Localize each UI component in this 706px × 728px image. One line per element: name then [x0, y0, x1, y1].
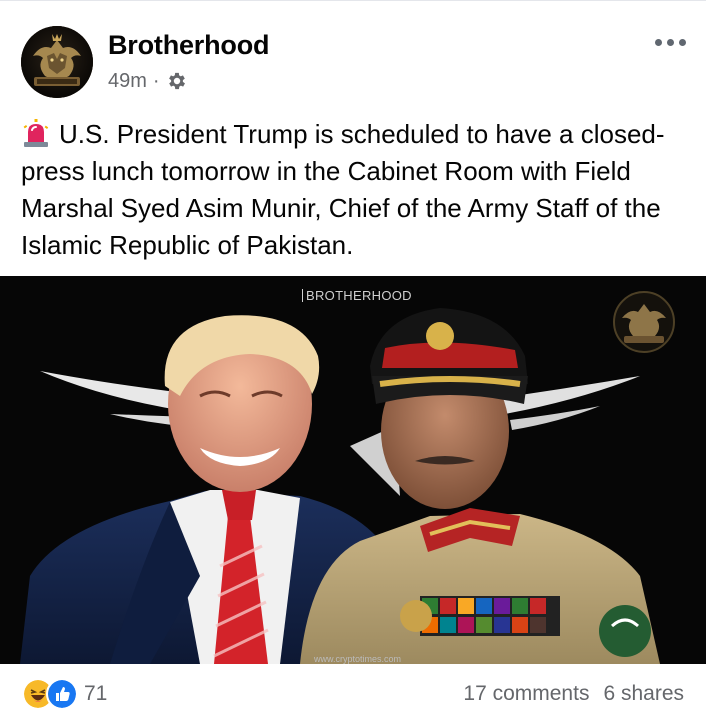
page-avatar[interactable]	[21, 26, 93, 98]
gear-icon[interactable]	[166, 70, 188, 92]
photo-illustration	[0, 276, 706, 664]
meta-separator: ·	[152, 69, 160, 92]
more-dot	[678, 38, 686, 46]
page-name[interactable]: Brotherhood	[108, 30, 269, 61]
comments-count[interactable]: 17 comments	[463, 682, 589, 706]
police-siren-icon	[21, 118, 51, 148]
post-body-text: U.S. President Trump is scheduled to hav…	[21, 119, 665, 260]
reaction-summary[interactable]: 71	[22, 678, 107, 710]
more-dot	[654, 38, 662, 46]
engagement-stats: 17 comments 6 shares	[463, 678, 684, 710]
post-header: Brotherhood 49m ·	[0, 0, 706, 110]
post-meta: 49m ·	[108, 68, 188, 94]
like-reaction-icon	[46, 678, 78, 710]
post-time[interactable]: 49m	[108, 70, 147, 93]
photo-watermark-bottom: www.cryptotimes.com	[314, 654, 402, 664]
shares-count[interactable]: 6 shares	[603, 682, 684, 706]
post-footer: 71 17 comments 6 shares	[0, 664, 706, 728]
reaction-count: 71	[84, 682, 108, 705]
post-photo[interactable]: BROTHERHOOD www.cryptotimes.com	[0, 276, 706, 664]
photo-watermark-top: BROTHERHOOD	[302, 288, 412, 303]
more-dot	[666, 38, 674, 46]
post-message: U.S. President Trump is scheduled to hav…	[21, 116, 689, 264]
wolf-crest-icon	[21, 26, 93, 98]
more-options-button[interactable]	[648, 28, 692, 56]
